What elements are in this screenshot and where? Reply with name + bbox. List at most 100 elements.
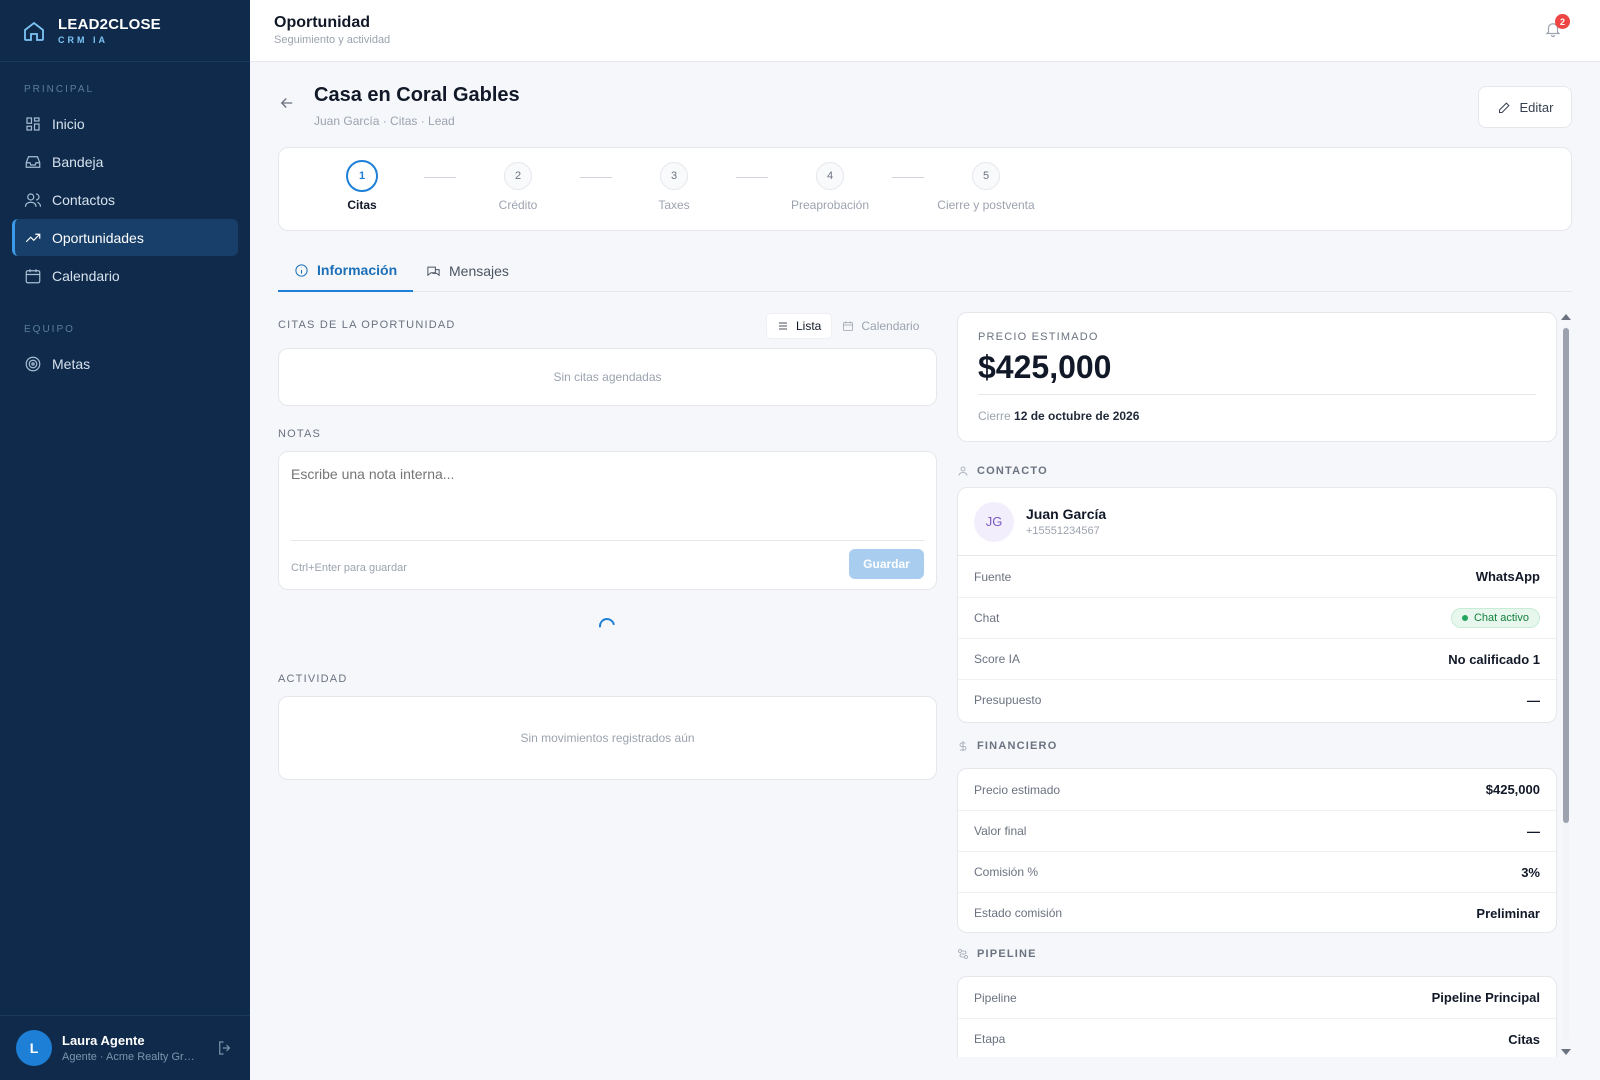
edit-button-label: Editar <box>1519 99 1554 115</box>
chat-status-badge[interactable]: Chat activo <box>1450 608 1540 628</box>
pipeline-card: Pipeline Pipeline Principal Etapa Citas <box>957 976 1557 1057</box>
field-row-chat: Chat Chat activo <box>958 597 1556 638</box>
activity-empty-text: Sin movimientos registrados aún <box>520 731 695 745</box>
sidebar-item-calendario[interactable]: Calendario <box>12 257 238 294</box>
field-key: Comisión % <box>974 865 1039 879</box>
step-number: 5 <box>972 162 1000 190</box>
field-key: Precio estimado <box>974 782 1061 797</box>
actividad-section-label: ACTIVIDAD <box>278 673 348 685</box>
field-value: Citas <box>1508 1031 1540 1047</box>
notas-section-label: NOTAS <box>278 428 322 440</box>
sidebar-item-contactos[interactable]: Contactos <box>12 181 238 218</box>
tab-label: Mensajes <box>449 263 509 279</box>
users-icon <box>24 192 42 207</box>
notifications-button[interactable]: 2 <box>1544 14 1570 40</box>
sidebar: LEAD2CLOSE CRM IA PRINCIPAL Inicio Bande… <box>0 0 250 1080</box>
field-key: Chat <box>974 611 1000 625</box>
brand[interactable]: LEAD2CLOSE CRM IA <box>0 0 250 62</box>
save-note-button[interactable]: Guardar <box>849 549 924 579</box>
field-row-presupuesto: Presupuesto — <box>958 679 1556 720</box>
field-row-pipeline: Pipeline Pipeline Principal <box>958 977 1556 1018</box>
view-list-button[interactable]: Lista <box>766 313 833 339</box>
field-value: $425,000 <box>1485 782 1540 797</box>
price-value: $425,000 <box>978 349 1112 385</box>
info-icon <box>295 263 308 277</box>
view-toggle: Lista Calendario <box>766 313 936 339</box>
field-value: WhatsApp <box>1475 569 1540 584</box>
topbar-subtitle: Seguimiento y actividad <box>274 34 391 46</box>
sidebar-item-label: Metas <box>52 355 91 372</box>
notes-card: Ctrl+Enter para guardar Guardar <box>278 451 937 590</box>
citas-section-label: CITAS DE LA OPORTUNIDAD <box>278 319 456 331</box>
chat-status-label: Chat activo <box>1473 612 1529 624</box>
chat-icon <box>427 266 440 276</box>
step-taxes[interactable]: 3 Taxes <box>609 162 739 212</box>
view-calendar-button[interactable]: Calendario <box>832 313 929 339</box>
step-preaprobacion[interactable]: 4 Preaprobación <box>765 162 895 212</box>
inbox-icon <box>25 155 41 168</box>
field-key: Pipeline <box>974 990 1017 1005</box>
step-label: Citas <box>347 198 377 212</box>
sidebar-item-metas[interactable]: Metas <box>12 345 238 382</box>
sidebar-item-label: Oportunidades <box>52 229 144 246</box>
field-value: Pipeline Principal <box>1431 990 1540 1005</box>
field-row-fuente: Fuente WhatsApp <box>958 556 1556 597</box>
pencil-icon <box>1498 101 1510 113</box>
field-key: Estado comisión <box>974 906 1063 920</box>
scroll-up-icon[interactable] <box>1561 314 1571 320</box>
panel-scrollbar[interactable] <box>1560 312 1572 1057</box>
citas-empty-text: Sin citas agendadas <box>553 370 662 384</box>
tab-informacion[interactable]: Información <box>278 250 414 292</box>
step-cierre[interactable]: 5 Cierre y postventa <box>921 162 1051 212</box>
field-row-valor-final: Valor final — <box>958 810 1556 851</box>
activity-card: Sin movimientos registrados aún <box>278 696 937 780</box>
contact-header[interactable]: JG Juan García +15551234567 <box>958 488 1556 556</box>
field-row-estado-comision: Estado comisión Preliminar <box>958 892 1556 932</box>
field-key: Presupuesto <box>974 693 1042 707</box>
step-label: Preaprobación <box>790 198 870 212</box>
home-icon <box>24 21 44 41</box>
step-number: 2 <box>504 162 532 190</box>
pipeline-section-label: PIPELINE <box>957 948 1037 960</box>
sidebar-item-oportunidades[interactable]: Oportunidades <box>12 219 238 256</box>
financiero-section-label: FINANCIERO <box>957 740 1057 752</box>
sidebar-item-label: Bandeja <box>52 153 104 170</box>
field-value: No calificado 1 <box>1448 651 1540 667</box>
field-key: Score IA <box>974 652 1021 666</box>
notes-input[interactable] <box>291 466 911 482</box>
step-citas[interactable]: 1 Citas <box>297 160 427 212</box>
section-label-equipo: EQUIPO <box>24 324 75 335</box>
step-connector <box>736 177 768 178</box>
brand-name: LEAD2CLOSE <box>58 16 161 33</box>
sidebar-item-bandeja[interactable]: Bandeja <box>12 143 238 180</box>
step-number: 4 <box>816 162 844 190</box>
calendar-icon <box>25 268 41 283</box>
details-panel[interactable]: PRECIO ESTIMADO $425,000 Cierre 12 de oc… <box>957 312 1557 1057</box>
scrollbar-thumb[interactable] <box>1563 328 1569 823</box>
field-value: 3% <box>1521 864 1540 880</box>
avatar[interactable]: L <box>16 1030 52 1066</box>
close-date-prefix: Cierre <box>978 409 1011 423</box>
grid-icon <box>26 116 40 131</box>
contact-name: Juan García <box>1026 506 1107 522</box>
step-number: 3 <box>660 162 688 190</box>
page-title: Casa en Coral Gables <box>314 84 520 106</box>
step-connector <box>892 177 924 178</box>
user-icon <box>958 466 968 476</box>
contacto-section-label: CONTACTO <box>957 465 1048 477</box>
step-number: 1 <box>346 160 378 192</box>
contact-phone: +15551234567 <box>1026 525 1100 537</box>
list-icon <box>779 322 787 330</box>
breadcrumb: Juan García · Citas · Lead <box>314 114 455 128</box>
step-credito[interactable]: 2 Crédito <box>453 162 583 212</box>
logout-icon[interactable] <box>216 1039 234 1057</box>
edit-button[interactable]: Editar <box>1478 86 1572 128</box>
brand-subtitle: CRM IA <box>58 35 108 45</box>
sidebar-item-inicio[interactable]: Inicio <box>12 105 238 142</box>
field-row-etapa: Etapa Citas <box>958 1018 1556 1057</box>
close-date: Cierre 12 de octubre de 2026 <box>978 409 1536 423</box>
tab-mensajes[interactable]: Mensajes <box>410 250 525 292</box>
status-dot-icon <box>1461 615 1468 621</box>
back-arrow-icon[interactable] <box>278 94 296 112</box>
scroll-down-icon[interactable] <box>1561 1049 1571 1055</box>
